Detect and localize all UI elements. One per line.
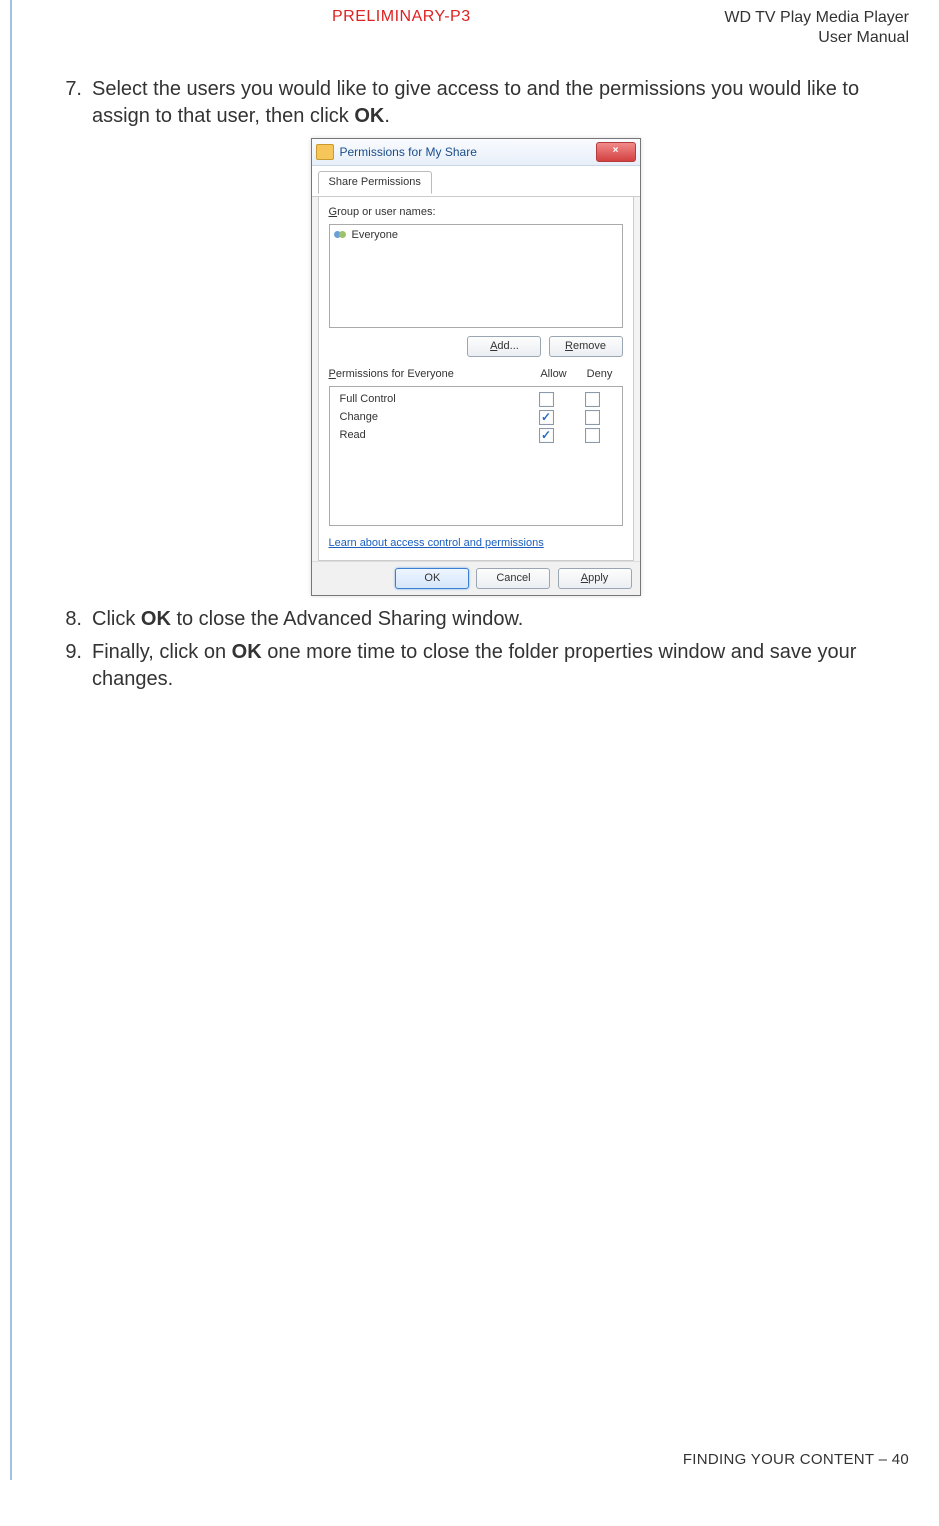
tab-share-permissions[interactable]: Share Permissions	[318, 171, 432, 194]
product-subtitle: User Manual	[818, 29, 909, 46]
manual-title: WD TV Play Media Player User Manual	[724, 8, 909, 48]
perm-name: Full Control	[336, 392, 524, 407]
step-8: 8. Click OK to close the Advanced Sharin…	[42, 606, 909, 633]
permissions-table: Full Control Change Read	[329, 386, 623, 526]
checkbox-change-allow[interactable]	[539, 410, 554, 425]
users-icon	[334, 229, 348, 241]
learn-link[interactable]: Learn about access control and permissio…	[329, 536, 544, 551]
perm-name: Read	[336, 428, 524, 443]
perm-name: Change	[336, 410, 524, 425]
step-9: 9. Finally, click on OK one more time to…	[42, 639, 909, 693]
step-text: Select the users you would like to give …	[92, 76, 909, 130]
checkbox-read-deny[interactable]	[585, 428, 600, 443]
user-list[interactable]: Everyone	[329, 224, 623, 328]
step-7: 7. Select the users you would like to gi…	[42, 76, 909, 130]
add-button[interactable]: Add...	[467, 336, 541, 357]
apply-button[interactable]: Apply	[558, 568, 632, 589]
step-number: 8.	[42, 606, 92, 633]
list-item[interactable]: Everyone	[334, 228, 618, 243]
step-text: Click OK to close the Advanced Sharing w…	[92, 606, 523, 633]
table-row: Read	[336, 427, 616, 445]
remove-buttonust 0[interactable]: Remove	[549, 336, 623, 357]
page-number: 40	[892, 1451, 909, 1468]
dialog-title: Permissions for My Share	[340, 144, 477, 160]
step-number: 9.	[42, 639, 92, 693]
cancel-button[interactable]: Cancel	[476, 568, 550, 589]
step-number: 7.	[42, 76, 92, 130]
section-name: FINDING YOUR CONTENT –	[683, 1451, 892, 1468]
close-button[interactable]: ×	[596, 142, 636, 162]
preliminary-stamp: PRELIMINARY-P3	[332, 8, 471, 26]
table-row: Change	[336, 409, 616, 427]
product-name: WD TV Play Media Player	[724, 9, 909, 26]
step-text: Finally, click on OK one more time to cl…	[92, 639, 909, 693]
user-name: Everyone	[352, 228, 398, 243]
checkbox-full-deny[interactable]	[585, 392, 600, 407]
page-header: PRELIMINARY-P3 WD TV Play Media Player U…	[42, 8, 909, 48]
tab-row: Share Permissions	[312, 166, 640, 197]
page-footer: FINDING YOUR CONTENT – 40	[683, 1451, 909, 1468]
permissions-dialog: Permissions for My Share × Share Permiss…	[311, 138, 641, 596]
checkbox-full-allow[interactable]	[539, 392, 554, 407]
col-allow: Allow	[531, 367, 577, 382]
folder-icon	[316, 144, 334, 160]
table-row: Full Control	[336, 391, 616, 409]
group-user-names-label: Group or user names:	[329, 205, 623, 220]
dialog-footer: OK Cancel Apply	[312, 561, 640, 595]
permissions-header: Permissions for Everyone Allow Deny	[329, 367, 623, 382]
checkbox-read-allow[interactable]	[539, 428, 554, 443]
dialog-titlebar[interactable]: Permissions for My Share ×	[312, 139, 640, 166]
ok-button[interactable]: OK	[395, 568, 469, 589]
col-deny: Deny	[577, 367, 623, 382]
checkbox-change-deny[interactable]	[585, 410, 600, 425]
